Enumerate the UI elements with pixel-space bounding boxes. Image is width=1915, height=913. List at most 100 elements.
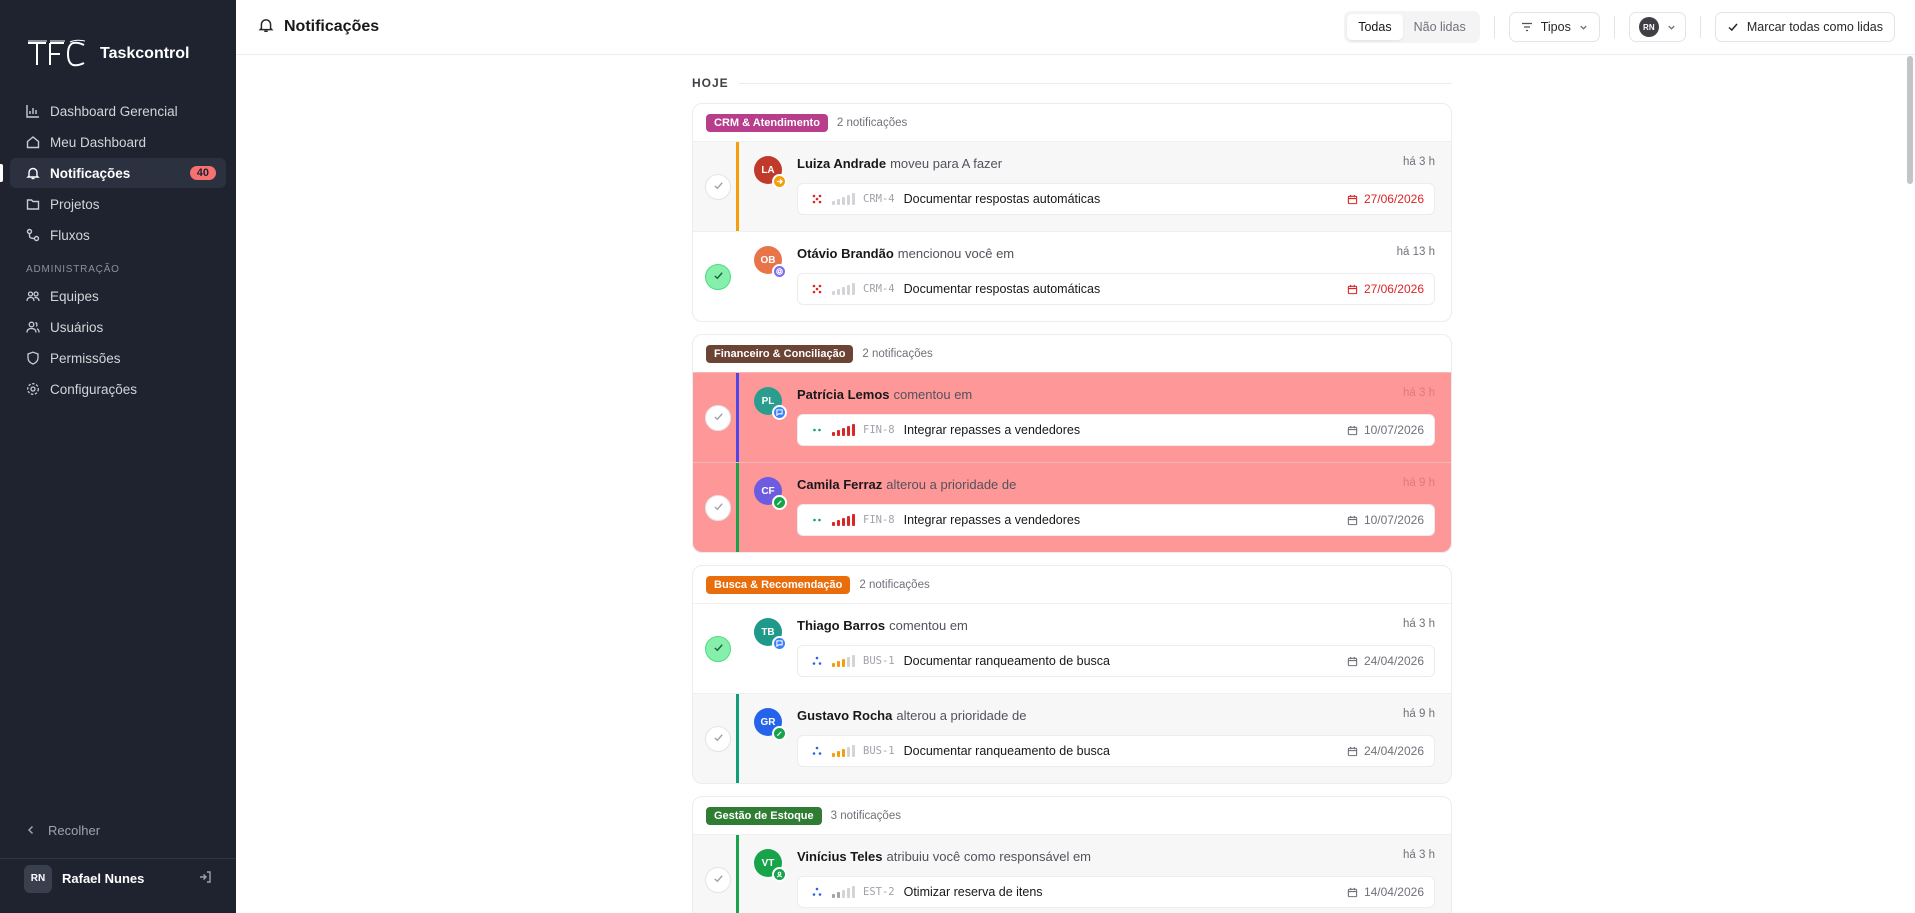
task-title: Documentar ranqueamento de busca bbox=[903, 654, 1110, 668]
users-icon bbox=[26, 320, 40, 334]
notification-item[interactable]: OB Otávio Brandão mencionou você em há 13 h… bbox=[693, 231, 1451, 321]
mark-read-button[interactable] bbox=[705, 405, 731, 431]
nav-meu-dashboard[interactable]: Meu Dashboard bbox=[10, 127, 226, 157]
actor-name: Gustavo Rocha bbox=[797, 708, 893, 723]
task-due-date: 27/06/2026 bbox=[1347, 192, 1424, 206]
notification-item[interactable]: VT Vinícius Teles atribuiu você como respo… bbox=[693, 834, 1451, 913]
nav-notificacoes[interactable]: Notificações 40 bbox=[0, 158, 226, 188]
mark-read-button[interactable] bbox=[705, 174, 731, 200]
calendar-icon bbox=[1347, 656, 1358, 667]
logout-icon[interactable] bbox=[198, 870, 212, 887]
action-text: mencionou você em bbox=[897, 246, 1015, 261]
task-card[interactable]: FIN-8 Integrar repasses a vendedores 10/07… bbox=[797, 504, 1435, 536]
pencil-icon bbox=[772, 726, 787, 741]
avatar: CF bbox=[754, 477, 787, 510]
nav-configuracoes[interactable]: Configurações bbox=[10, 374, 226, 404]
collapse-sidebar-button[interactable]: Recolher bbox=[10, 816, 226, 844]
mark-read-button[interactable] bbox=[705, 495, 731, 521]
avatar-initials: OB bbox=[760, 254, 776, 266]
notification-item[interactable]: CF Camila Ferraz alterou a prioridade de há… bbox=[693, 462, 1451, 552]
task-card[interactable]: CRM-4 Documentar respostas automáticas 27/… bbox=[797, 273, 1435, 305]
collapse-label: Recolher bbox=[48, 822, 101, 838]
filter-all-button[interactable]: Todas bbox=[1347, 14, 1403, 40]
priority-bar bbox=[852, 514, 855, 526]
project-tag[interactable]: Busca & Recomendação bbox=[706, 575, 851, 594]
timestamp: há 3 h bbox=[1403, 387, 1435, 399]
priority-bar bbox=[837, 289, 840, 295]
arrow-icon bbox=[772, 174, 787, 189]
task-card[interactable]: CRM-4 Documentar respostas automáticas 27/… bbox=[797, 183, 1435, 215]
topbar-actions: Todas Não lidas Tipos RN Marcar todas co… bbox=[1344, 11, 1895, 43]
filter-unread-button[interactable]: Não lidas bbox=[1403, 14, 1477, 40]
divider bbox=[1613, 16, 1615, 38]
nav-dashboard-gerencial[interactable]: Dashboard Gerencial bbox=[10, 96, 226, 126]
avatar: TB bbox=[754, 618, 787, 651]
notification-item[interactable]: LA Luiza Andrade moveu para A fazer há 3 h C… bbox=[693, 141, 1451, 231]
notification-item[interactable]: GR Gustavo Rocha alterou a prioridade de há… bbox=[693, 693, 1451, 783]
mark-read-button[interactable] bbox=[705, 726, 731, 752]
notification-item[interactable]: PL Patrícia Lemos comentou em há 3 h FIN-8 In… bbox=[693, 372, 1451, 462]
sidebar: Taskcontrol Dashboard Gerencial Meu Dash… bbox=[0, 0, 236, 913]
notification-item[interactable]: TB Thiago Barros comentou em há 3 h BUS-1 Doc… bbox=[693, 603, 1451, 693]
types-filter-button[interactable]: Tipos bbox=[1508, 12, 1600, 42]
mark-read-button[interactable] bbox=[705, 264, 731, 290]
nav-equipes[interactable]: Equipes bbox=[10, 281, 226, 311]
timestamp: há 13 h bbox=[1396, 246, 1435, 258]
nav-permissoes[interactable]: Permissões bbox=[10, 343, 226, 373]
actor-name: Luiza Andrade bbox=[797, 156, 887, 171]
nav-fluxos[interactable]: Fluxos bbox=[10, 220, 226, 250]
task-card[interactable]: BUS-1 Documentar ranqueamento de busca 24/… bbox=[797, 645, 1435, 677]
divider bbox=[738, 82, 1452, 84]
page-title: Notificações bbox=[284, 18, 380, 35]
priority-bar bbox=[852, 193, 855, 205]
timestamp: há 3 h bbox=[1403, 156, 1435, 168]
nav-label: Notificações bbox=[50, 165, 131, 181]
notification-group: Busca & Recomendação 2 notificações TB Thia… bbox=[692, 565, 1452, 784]
notification-count-badge: 40 bbox=[189, 166, 216, 180]
calendar-icon bbox=[1347, 425, 1358, 436]
nav-usuarios[interactable]: Usuários bbox=[10, 312, 226, 342]
mark-read-button[interactable] bbox=[705, 867, 731, 893]
group-header: Busca & Recomendação 2 notificações bbox=[693, 566, 1451, 603]
priority-urgent-icon bbox=[810, 192, 824, 206]
priority-bar bbox=[842, 518, 845, 526]
mark-all-read-button[interactable]: Marcar todas como lidas bbox=[1714, 12, 1895, 42]
avatar[interactable]: RN bbox=[24, 864, 52, 893]
nav-label: Meu Dashboard bbox=[50, 134, 147, 150]
timestamp: há 9 h bbox=[1403, 477, 1435, 489]
avatar-initials: TB bbox=[761, 626, 775, 638]
task-due-date: 24/04/2026 bbox=[1347, 744, 1424, 758]
bar-chart-icon bbox=[26, 104, 40, 118]
timestamp: há 9 h bbox=[1403, 708, 1435, 720]
project-tag[interactable]: Gestão de Estoque bbox=[706, 806, 822, 825]
shield-icon bbox=[26, 351, 40, 365]
priority-bar bbox=[852, 283, 855, 295]
priority-bars-icon bbox=[832, 655, 855, 667]
user-filter-button[interactable]: RN bbox=[1628, 12, 1686, 42]
admin-section-label: ADMINISTRAÇÃO bbox=[26, 264, 120, 275]
group-header: CRM & Atendimento 2 notificações bbox=[693, 104, 1451, 141]
mark-read-button[interactable] bbox=[705, 636, 731, 662]
action-text: comentou em bbox=[893, 387, 973, 402]
priority-bars-icon bbox=[832, 283, 855, 295]
priority-bar bbox=[842, 197, 845, 205]
priority-bar bbox=[837, 430, 840, 436]
project-tag[interactable]: CRM & Atendimento bbox=[706, 113, 828, 132]
project-tag[interactable]: Financeiro & Conciliação bbox=[706, 344, 854, 363]
task-card[interactable]: EST-2 Otimizar reserva de itens 14/04/2026 bbox=[797, 876, 1435, 908]
user-icon bbox=[772, 867, 787, 882]
brand[interactable]: Taskcontrol bbox=[0, 28, 236, 80]
scrollbar[interactable] bbox=[1907, 56, 1913, 184]
mark-all-label: Marcar todas como lidas bbox=[1746, 20, 1883, 34]
task-card[interactable]: BUS-1 Documentar ranqueamento de busca 24/… bbox=[797, 735, 1435, 767]
priority-bar bbox=[852, 655, 855, 667]
nav-label: Configurações bbox=[50, 381, 138, 397]
avatar-initials: PL bbox=[761, 395, 775, 407]
action-text: alterou a prioridade de bbox=[886, 477, 1017, 492]
group-header: Financeiro & Conciliação 2 notificações bbox=[693, 335, 1451, 372]
folder-icon bbox=[26, 197, 40, 211]
main-area: Notificações Todas Não lidas Tipos RN Ma… bbox=[236, 0, 1915, 913]
task-card[interactable]: FIN-8 Integrar repasses a vendedores 10/07… bbox=[797, 414, 1435, 446]
actor-name: Otávio Brandão bbox=[797, 246, 894, 261]
nav-projetos[interactable]: Projetos bbox=[10, 189, 226, 219]
